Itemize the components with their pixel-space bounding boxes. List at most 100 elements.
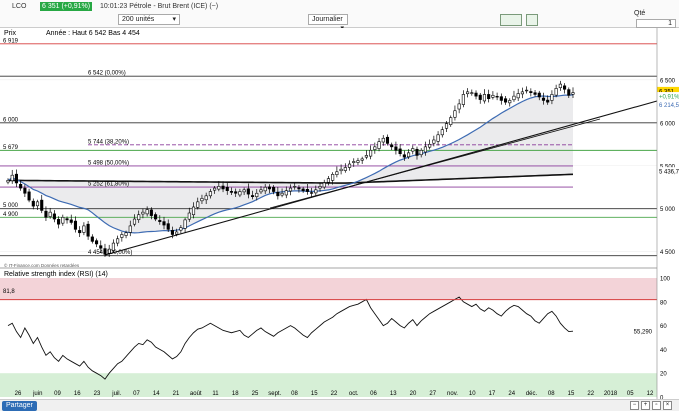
fib-label: 5 744 (38,20%) xyxy=(88,139,129,145)
candle-body xyxy=(145,209,149,215)
candle-body xyxy=(567,89,571,96)
candle-body xyxy=(276,191,280,197)
candle-body xyxy=(554,88,558,96)
year-highlow-label: Année : Haut 6 542 Bas 4 454 xyxy=(46,30,140,37)
candle-body xyxy=(116,238,120,244)
candle-body xyxy=(44,210,48,218)
units-select[interactable]: 200 unités ▾ xyxy=(118,14,180,25)
candle-body xyxy=(297,187,301,190)
rsi-ob-label: 81,8 xyxy=(3,289,15,295)
candle-body xyxy=(73,220,78,230)
candle-body xyxy=(305,188,309,192)
candle-body xyxy=(149,209,153,216)
candle-body xyxy=(272,186,276,192)
candle-body xyxy=(533,92,537,95)
fib-label: 4 454 (100,00%) xyxy=(88,250,132,256)
left-level-label: 4 900 xyxy=(3,212,19,218)
zoom-out-icon[interactable]: − xyxy=(630,401,639,410)
time-axis-label: juin xyxy=(32,391,42,397)
change-badge: +0,91% xyxy=(659,95,679,101)
zoom-in-icon[interactable]: + xyxy=(641,401,650,410)
candle-body xyxy=(503,98,508,103)
candle-body xyxy=(537,92,541,98)
candle-body xyxy=(225,186,229,191)
candle-body xyxy=(65,218,69,221)
rsi-axis-label: 80 xyxy=(660,300,667,306)
left-level-label: 5 679 xyxy=(3,145,19,151)
time-axis-label: 07 xyxy=(133,391,140,397)
time-axis-label: 13 xyxy=(390,391,397,397)
candle-body xyxy=(377,141,381,149)
rsi-label: Relative strength index (RSI) (14) xyxy=(4,271,108,278)
candle-body xyxy=(158,220,162,222)
candle-body xyxy=(563,85,567,90)
candle-body xyxy=(27,191,31,201)
candle-body xyxy=(423,146,427,153)
ma200-badge: 5 436,7 xyxy=(659,170,679,176)
candle-body xyxy=(461,94,465,105)
instrument-title: LCO xyxy=(12,3,27,10)
close-icon[interactable]: × xyxy=(663,401,672,410)
candle-body xyxy=(520,91,524,95)
toolbar: LCO 6 351 (+0,91%) 10:01:23 Pétrole - Br… xyxy=(0,0,679,32)
candle-body xyxy=(246,188,250,195)
period-select[interactable]: Journalier▾ xyxy=(308,14,348,32)
candle-body xyxy=(478,94,482,100)
price-axis-label: 6 000 xyxy=(660,121,676,127)
candle-body xyxy=(470,92,474,94)
candle-body xyxy=(234,191,238,194)
rsi-axis-label: 60 xyxy=(660,324,667,330)
candle-body xyxy=(170,230,174,235)
price-label: Prix xyxy=(4,30,17,37)
qty-input[interactable]: 1 xyxy=(636,19,676,28)
candle-body xyxy=(48,211,52,217)
candle-body xyxy=(196,201,200,208)
candle-body xyxy=(466,91,470,95)
price-chart[interactable]: 10080604020055,290 6 5006 0005 5005 0004… xyxy=(0,28,679,399)
time-axis-label: nov. xyxy=(447,391,458,397)
time-axis-label: juil. xyxy=(111,391,121,397)
candle-body xyxy=(57,219,61,225)
candle-body xyxy=(385,136,390,144)
candle-body xyxy=(187,212,191,220)
qty-label: Qté xyxy=(634,10,646,17)
candle-body xyxy=(546,99,550,103)
candle-body xyxy=(183,219,187,229)
time-axis-label: 06 xyxy=(370,391,377,397)
rsi-axis-label: 100 xyxy=(660,277,671,283)
candle-body xyxy=(440,129,444,136)
candle-body xyxy=(40,199,44,211)
time-axis-label: 05 xyxy=(627,391,634,397)
time-axis-label: 24 xyxy=(508,391,515,397)
candle-body xyxy=(314,189,318,194)
candle-body xyxy=(369,149,373,157)
chart-settings-icon[interactable] xyxy=(526,14,538,26)
candle-body xyxy=(432,139,436,144)
time-axis-label: 2018 xyxy=(604,391,618,397)
time-axis-label: 08 xyxy=(291,391,298,397)
candle-body xyxy=(415,148,419,156)
candle-body xyxy=(52,213,56,220)
candle-body xyxy=(398,148,402,155)
candle-body xyxy=(120,234,124,238)
candle-body xyxy=(381,137,385,143)
candle-body xyxy=(453,110,457,118)
time-axis-label: 10 xyxy=(469,391,476,397)
status-bar: Partager − + ▫ × xyxy=(0,399,679,411)
time-axis-label: 08 xyxy=(548,391,555,397)
candle-body xyxy=(191,206,196,216)
price-axis-label: 6 500 xyxy=(660,78,676,84)
candle-body xyxy=(141,211,145,215)
time-axis-label: 25 xyxy=(252,391,259,397)
candle-body xyxy=(347,163,352,168)
candle-body xyxy=(407,152,411,158)
time-axis-label: déc. xyxy=(526,391,538,397)
share-button[interactable]: Partager xyxy=(2,401,37,411)
fullscreen-icon[interactable]: ▫ xyxy=(652,401,661,410)
candle-body xyxy=(229,191,234,193)
candle-body xyxy=(35,201,40,207)
price-axis-label: 4 500 xyxy=(660,250,676,256)
candle-body xyxy=(360,158,364,161)
chart-type-icon[interactable] xyxy=(500,14,522,26)
candle-body xyxy=(94,240,99,245)
